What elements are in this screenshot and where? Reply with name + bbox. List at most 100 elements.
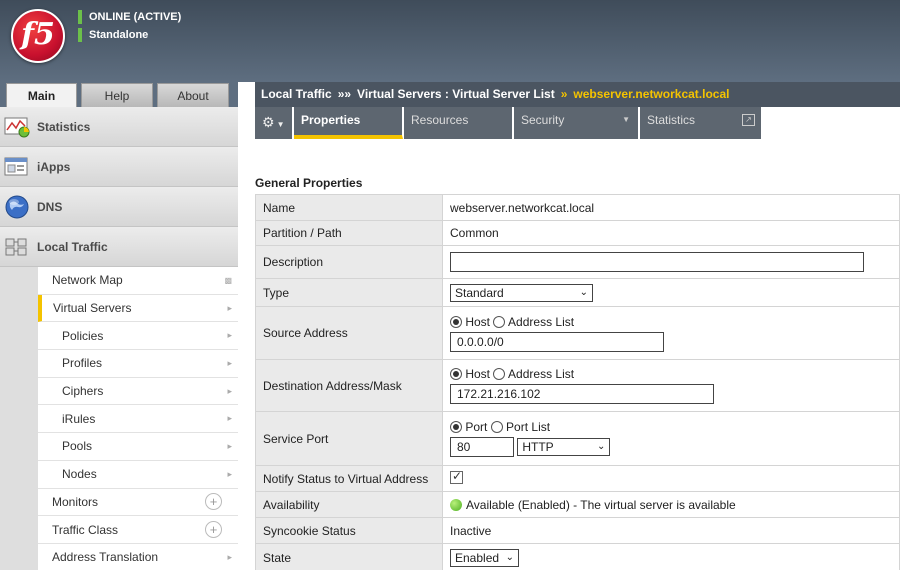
f5-logo: f5 xyxy=(11,9,65,63)
field-label: Syncookie Status xyxy=(255,517,443,544)
tab-properties[interactable]: Properties xyxy=(294,107,403,139)
tab-resources[interactable]: Resources xyxy=(404,107,513,139)
service-port-protocol-select[interactable]: HTTP ⌄ xyxy=(517,438,611,456)
partition-value: Common xyxy=(442,220,900,246)
sidebar-item-virtual-servers[interactable]: Virtual Servers ▸ xyxy=(38,294,238,323)
breadcrumb-local-traffic[interactable]: Local Traffic xyxy=(261,87,332,101)
port-list-radio[interactable] xyxy=(490,421,503,433)
table-row: Destination Address/Mask Host Address Li… xyxy=(255,359,900,412)
chevron-right-icon: ▸ xyxy=(227,413,232,424)
chevron-down-icon: ⌄ xyxy=(596,441,606,452)
sidebar-item-label: Profiles xyxy=(62,356,103,371)
sidebar-item-nodes[interactable]: Nodes ▸ xyxy=(38,460,238,489)
local-traffic-submenu: Network Map ▩ Virtual Servers ▸ Policies… xyxy=(38,267,238,570)
syncookie-value: Inactive xyxy=(442,517,900,544)
tab-security[interactable]: Security ▼ xyxy=(514,107,639,139)
sidebar-item-label: Monitors xyxy=(52,494,99,509)
nav-category-dns[interactable]: DNS xyxy=(0,187,238,227)
destination-address-input[interactable] xyxy=(450,384,714,404)
field-label: Availability xyxy=(255,491,443,518)
description-cell xyxy=(442,245,900,279)
status-green-dot-icon xyxy=(450,498,462,511)
table-row: Description xyxy=(255,245,900,279)
nav-category-local-traffic[interactable]: Local Traffic xyxy=(0,227,238,267)
availability-cell: Available (Enabled) - The virtual server… xyxy=(442,491,900,518)
nav-category-statistics[interactable]: Statistics xyxy=(0,107,238,147)
tab-main[interactable]: Main xyxy=(6,83,77,107)
source-address-input[interactable] xyxy=(450,331,664,352)
table-row: Source Address Host Address List xyxy=(255,306,900,360)
add-circle-icon[interactable]: + xyxy=(205,521,222,539)
table-row: Partition / Path Common xyxy=(255,220,900,246)
tab-about[interactable]: About xyxy=(157,83,229,107)
sidebar-item-network-map[interactable]: Network Map ▩ xyxy=(38,267,238,295)
notify-status-checkbox[interactable] xyxy=(450,469,463,484)
tab-statistics[interactable]: Statistics ↗ xyxy=(640,107,762,139)
add-circle-icon[interactable]: + xyxy=(205,493,222,511)
destination-address-list-radio[interactable] xyxy=(493,368,506,380)
map-icon: ▩ xyxy=(224,275,232,285)
field-label: Type xyxy=(255,278,443,307)
tab-label: Resources xyxy=(411,113,469,127)
field-label: Service Port xyxy=(255,411,443,466)
chevron-right-icon: ▸ xyxy=(227,330,232,341)
breadcrumb-current: webserver.networkcat.local xyxy=(573,87,730,101)
statistics-icon xyxy=(4,114,30,140)
main-tab-strip: Main Help About xyxy=(0,82,238,107)
sidebar-item-label: Address Translation xyxy=(52,550,159,565)
table-row: Type Standard ⌄ xyxy=(255,278,900,307)
tab-help[interactable]: Help xyxy=(81,83,153,107)
nav-category-iapps[interactable]: iApps xyxy=(0,147,238,187)
sidebar-item-policies[interactable]: Policies ▸ xyxy=(38,322,238,351)
sidebar-item-pools[interactable]: Pools ▸ xyxy=(38,433,238,461)
radio-label: Port xyxy=(465,420,488,434)
table-row: Service Port Port Port List HTTP ⌄ xyxy=(255,411,900,466)
destination-host-radio[interactable] xyxy=(450,368,462,380)
radio-label: Address List xyxy=(508,367,575,381)
field-label: Source Address xyxy=(255,306,443,360)
field-label: Partition / Path xyxy=(255,220,443,246)
description-input[interactable] xyxy=(450,252,864,272)
dropdown-arrow-icon: ▼ xyxy=(276,120,285,129)
field-label: Description xyxy=(255,245,443,279)
globe-icon xyxy=(4,194,30,220)
status-indicator: ONLINE (ACTIVE) xyxy=(78,10,181,24)
state-cell: Enabled ⌄ xyxy=(442,543,900,570)
sidebar-item-address-translation[interactable]: Address Translation ▸ xyxy=(38,543,238,570)
notify-cell xyxy=(442,465,900,492)
nav-category-label: Statistics xyxy=(37,119,91,134)
source-host-radio[interactable] xyxy=(450,315,462,328)
source-address-list-radio[interactable] xyxy=(493,315,506,328)
protocol-selected-value: HTTP xyxy=(522,440,554,454)
chevron-right-icon: ▸ xyxy=(227,302,232,313)
gear-icon: ⚙ xyxy=(262,114,275,130)
service-port-input[interactable] xyxy=(450,437,514,457)
gear-menu-button[interactable]: ⚙ ▼ xyxy=(255,107,293,139)
sidebar-item-monitors[interactable]: Monitors + xyxy=(38,488,238,517)
popout-icon[interactable]: ↗ xyxy=(742,114,755,126)
state-select[interactable]: Enabled ⌄ xyxy=(450,548,519,567)
field-label: Destination Address/Mask xyxy=(255,359,443,412)
sidebar-item-ciphers[interactable]: Ciphers ▸ xyxy=(38,377,238,406)
sidebar-item-label: Policies xyxy=(62,328,104,343)
breadcrumb-virtual-server-list[interactable]: Virtual Servers : Virtual Server List xyxy=(357,87,555,101)
tab-label: Statistics xyxy=(647,113,696,127)
sidebar-item-label: Nodes xyxy=(62,467,97,482)
nav-category-label: DNS xyxy=(37,199,63,214)
breadcrumb-separator: »» xyxy=(337,87,352,101)
dropdown-arrow-icon: ▼ xyxy=(622,115,630,124)
service-port-radio[interactable] xyxy=(450,421,462,433)
general-properties-table: Name webserver.networkcat.local Partitio… xyxy=(255,194,900,570)
type-cell: Standard ⌄ xyxy=(442,278,900,307)
header-banner: f5 ONLINE (ACTIVE) Standalone xyxy=(0,0,900,82)
table-row: Name webserver.networkcat.local xyxy=(255,194,900,221)
chevron-down-icon: ⌄ xyxy=(579,286,588,298)
radio-label: Host xyxy=(465,314,491,329)
sidebar-item-profiles[interactable]: Profiles ▸ xyxy=(38,350,238,378)
sidebar-item-irules[interactable]: iRules ▸ xyxy=(38,405,238,434)
sidebar-item-traffic-class[interactable]: Traffic Class + xyxy=(38,516,238,544)
type-select[interactable]: Standard ⌄ xyxy=(450,283,593,302)
table-row: Syncookie Status Inactive xyxy=(255,517,900,544)
state-selected-value: Enabled xyxy=(455,550,500,565)
chevron-right-icon: ▸ xyxy=(227,551,232,562)
